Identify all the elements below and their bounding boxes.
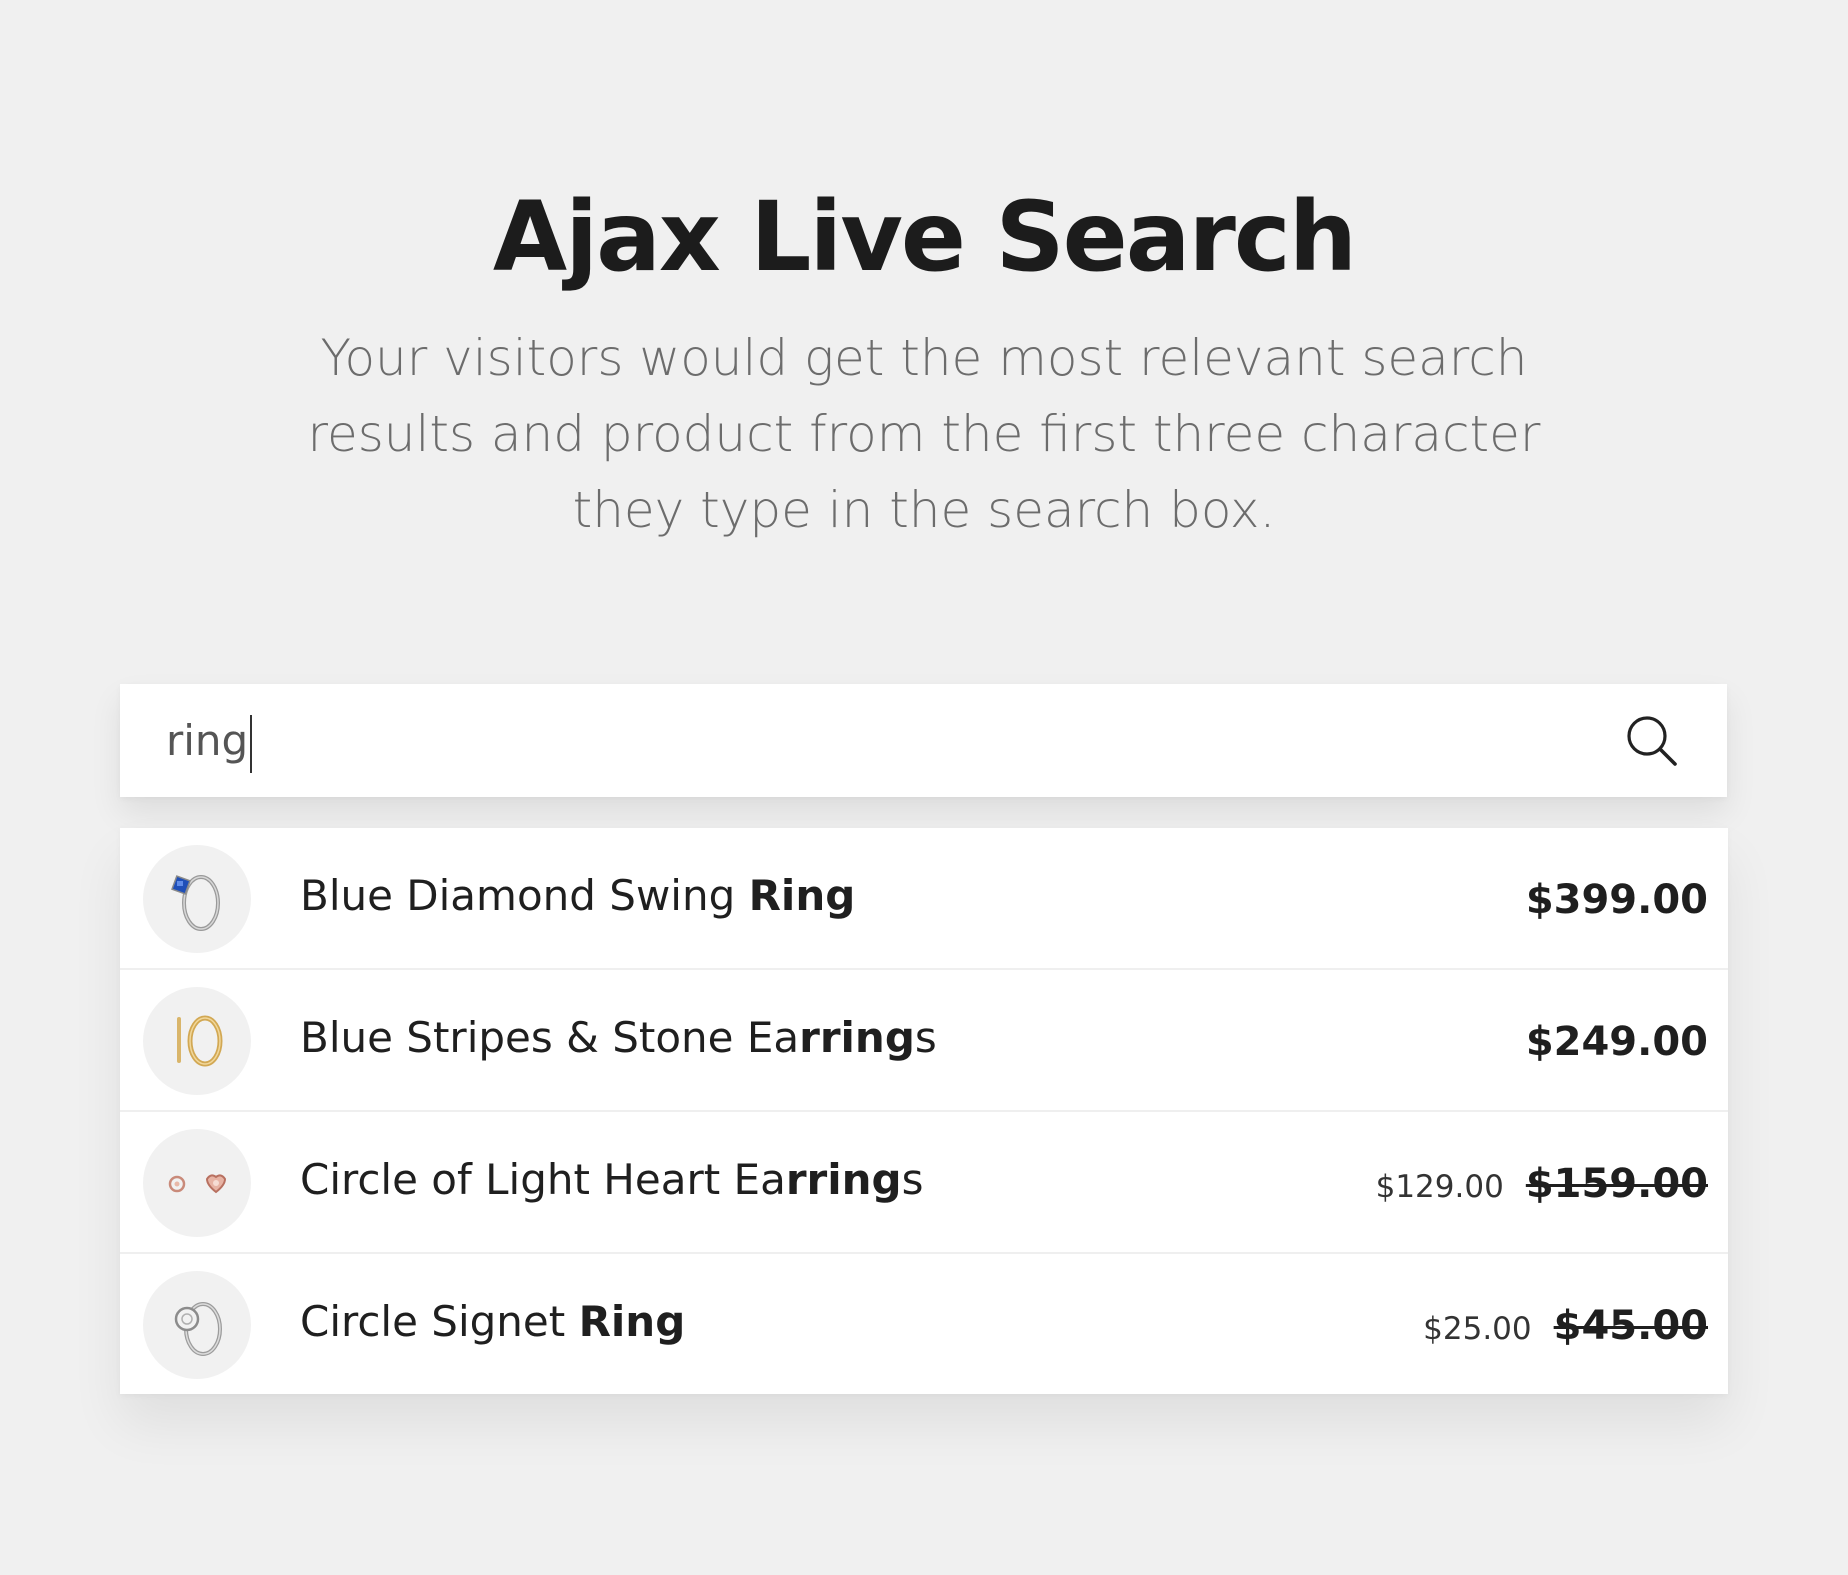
result-item[interactable]: Blue Stripes & Stone Earrings $249.00	[120, 970, 1728, 1112]
product-thumbnail	[143, 987, 251, 1095]
product-thumbnail	[143, 845, 251, 953]
product-price: $249.00	[1525, 1019, 1708, 1065]
product-name-match: rring	[799, 1013, 915, 1062]
product-price: $399.00	[1525, 877, 1708, 923]
product-name[interactable]: Blue Diamond Swing Ring	[300, 866, 855, 926]
page-description: Your visitors would get the most relevan…	[307, 329, 1541, 539]
gold-hoop-earrings-icon	[177, 1015, 223, 1067]
result-item[interactable]: Circle of Light Heart Earrings $129.00 $1…	[120, 1112, 1728, 1254]
price-block: $25.00 $45.00	[1423, 1296, 1708, 1356]
result-item[interactable]: Blue Diamond Swing Ring $399.00	[120, 828, 1728, 970]
blue-diamond-ring-icon	[171, 875, 220, 931]
product-name-part: Blue Stripes & Stone Ea	[300, 1013, 800, 1062]
search-query-text: ring	[166, 716, 249, 765]
original-price: $159.00	[1525, 1161, 1708, 1207]
search-results-dropdown: Blue Diamond Swing Ring $399.00 Blue Str…	[120, 828, 1728, 1394]
product-thumbnail	[143, 1271, 251, 1379]
product-name[interactable]: Circle Signet Ring	[300, 1292, 685, 1352]
search-icon	[1627, 716, 1677, 766]
page-title: Ajax Live Search	[492, 181, 1357, 293]
original-price: $45.00	[1553, 1303, 1708, 1349]
product-name-part: Circle of Light Heart Ea	[300, 1155, 786, 1204]
search-box: ring	[120, 684, 1727, 797]
search-input[interactable]: ring	[166, 706, 253, 776]
product-name-part: s	[901, 1155, 924, 1204]
product-name-part: s	[914, 1013, 937, 1062]
product-name-match: Ring	[748, 871, 856, 920]
result-item[interactable]: Circle Signet Ring $25.00 $45.00	[120, 1254, 1728, 1394]
product-name-match: Ring	[578, 1297, 686, 1346]
price-block: $129.00 $159.00	[1376, 1154, 1708, 1214]
rose-gold-heart-earrings-icon	[168, 1174, 227, 1194]
sale-price: $25.00	[1423, 1311, 1532, 1347]
silver-signet-ring-icon	[174, 1302, 222, 1356]
product-name[interactable]: Circle of Light Heart Earrings	[300, 1150, 924, 1210]
sale-price: $129.00	[1375, 1169, 1504, 1205]
product-name-match: rring	[785, 1155, 902, 1204]
search-button[interactable]	[1623, 712, 1681, 770]
product-name-part: Circle Signet	[300, 1297, 579, 1346]
text-caret	[250, 714, 253, 773]
product-thumbnail	[143, 1129, 251, 1237]
price-block: $249.00	[1526, 1012, 1708, 1072]
price-block: $399.00	[1526, 870, 1708, 930]
product-name-part: Blue Diamond Swing	[300, 871, 749, 920]
product-name[interactable]: Blue Stripes & Stone Earrings	[300, 1008, 937, 1068]
